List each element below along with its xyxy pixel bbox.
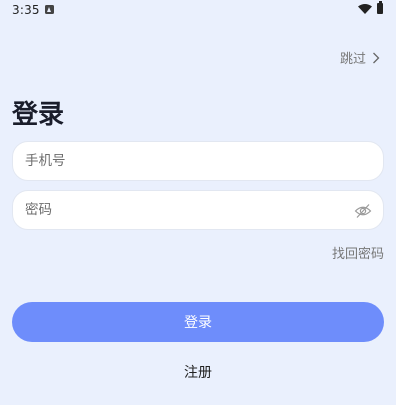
register-row: 注册 xyxy=(0,362,396,382)
page-title: 登录 xyxy=(12,100,65,130)
eye-off-icon[interactable] xyxy=(354,202,372,220)
register-link[interactable]: 注册 xyxy=(184,365,212,381)
skip-label: 跳过 xyxy=(339,52,366,67)
forgot-password-link[interactable]: 找回密码 xyxy=(332,243,384,262)
battery-icon xyxy=(377,1,383,14)
phone-field[interactable] xyxy=(12,141,384,181)
skip-button[interactable]: 跳过 xyxy=(340,48,380,67)
notification-icon xyxy=(45,5,54,14)
status-time: 3:35 xyxy=(12,3,40,17)
wifi-icon xyxy=(358,4,372,14)
login-button[interactable]: 登录 xyxy=(12,302,384,342)
status-bar: 3:35 xyxy=(0,0,396,22)
password-input[interactable] xyxy=(25,191,345,229)
password-field[interactable] xyxy=(12,190,384,230)
phone-input[interactable] xyxy=(25,142,345,180)
chevron-right-icon xyxy=(373,52,380,63)
